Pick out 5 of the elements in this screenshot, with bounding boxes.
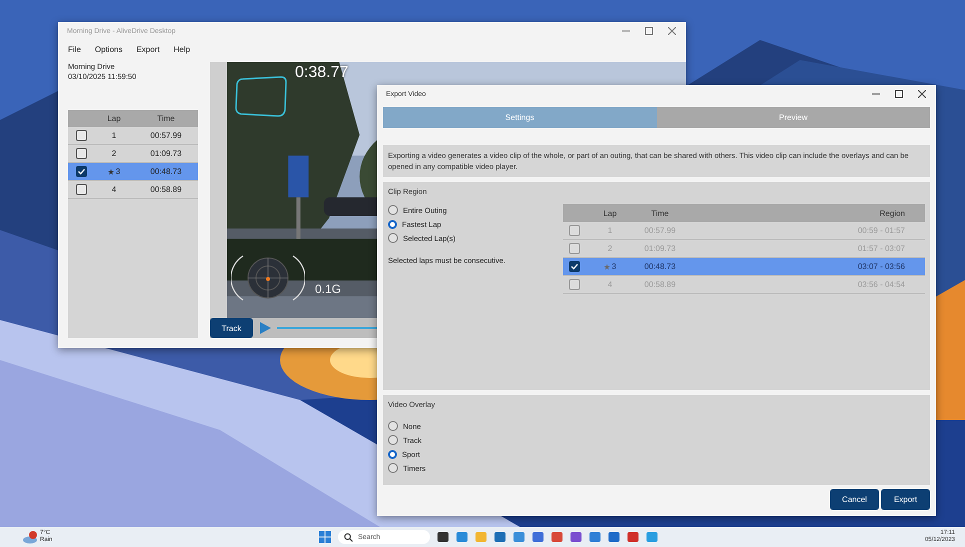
app-icon[interactable] [570,531,582,543]
windows-logo-icon[interactable] [319,531,331,543]
search-icon [344,532,353,542]
weather-icon[interactable] [22,530,38,544]
app-icon[interactable] [437,531,449,543]
